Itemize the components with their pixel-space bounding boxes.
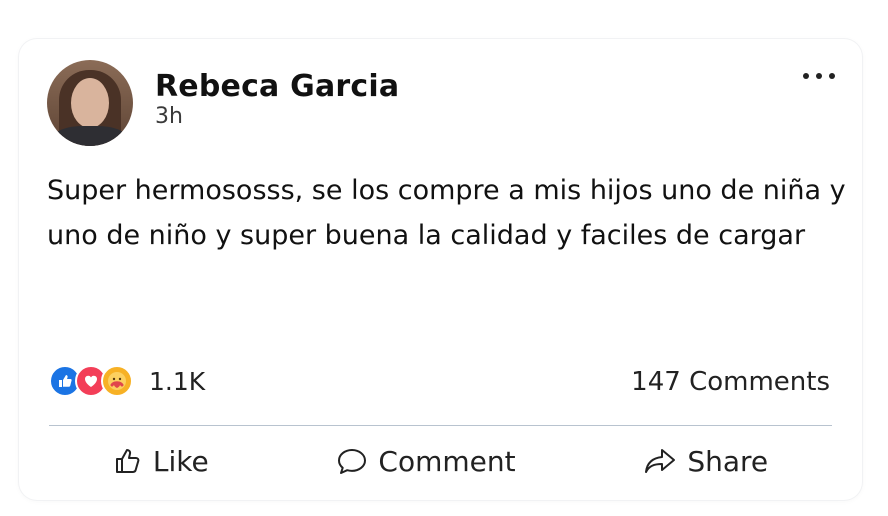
author-name[interactable]: Rebeca Garcia <box>155 69 399 104</box>
like-label: Like <box>152 444 209 478</box>
thumbs-up-icon <box>113 446 143 476</box>
post-card <box>19 39 862 500</box>
like-button[interactable]: Like <box>113 445 209 478</box>
reactions-summary[interactable]: 1.1K <box>49 363 205 399</box>
share-arrow-icon <box>643 446 677 476</box>
avatar[interactable] <box>47 60 133 146</box>
share-button[interactable]: Share <box>643 445 768 478</box>
action-bar: Like Comment Share <box>49 436 832 486</box>
share-label: Share <box>687 444 769 478</box>
post-text: Super hermososss, se los compre a mis hi… <box>47 175 846 251</box>
reaction-count: 1.1K <box>149 366 206 396</box>
comments-count[interactable]: 147 Comments <box>631 367 830 397</box>
comment-button[interactable]: Comment <box>336 444 516 478</box>
comment-label: Comment <box>378 444 516 478</box>
post-timestamp[interactable]: 3h <box>155 104 183 129</box>
speech-bubble-icon <box>336 446 368 476</box>
more-options-icon[interactable] <box>803 64 835 88</box>
care-icon <box>101 365 133 397</box>
divider <box>49 425 832 426</box>
